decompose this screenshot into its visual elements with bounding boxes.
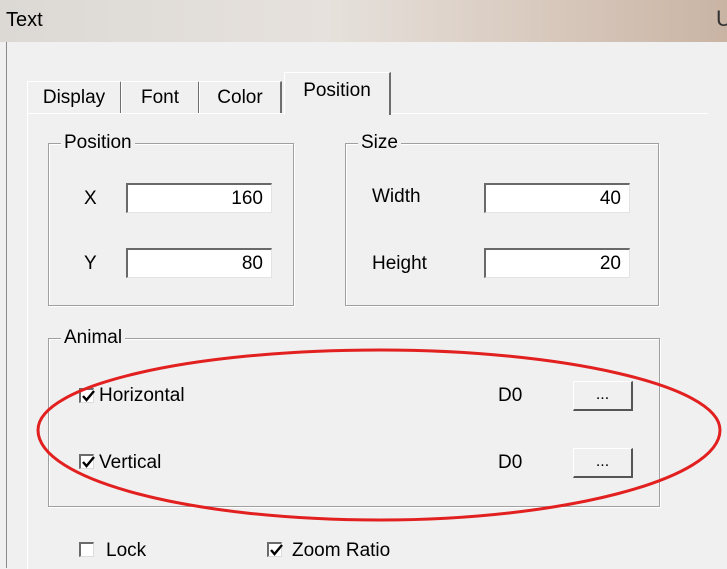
size-group-legend: Size	[358, 132, 401, 154]
width-label: Width	[372, 186, 421, 207]
height-label: Height	[372, 253, 427, 274]
x-label: X	[84, 188, 97, 209]
horizontal-register: D0	[498, 385, 523, 406]
animal-group-legend: Animal	[61, 327, 126, 349]
animal-group: Animal	[48, 327, 660, 507]
window-title: Text	[6, 9, 43, 31]
y-label: Y	[84, 253, 97, 274]
tab-display[interactable]: Display	[27, 81, 122, 114]
size-group: Size	[345, 132, 659, 306]
position-group: Position	[48, 132, 294, 306]
x-input[interactable]: 160	[126, 183, 272, 213]
position-group-legend: Position	[61, 132, 135, 154]
width-input[interactable]: 40	[484, 183, 630, 213]
checkmark-icon	[82, 456, 95, 468]
y-input[interactable]: 80	[126, 248, 272, 278]
tab-position-label: Position	[303, 80, 371, 101]
vertical-checkbox[interactable]	[79, 454, 95, 469]
zoom-ratio-checkbox[interactable]	[267, 542, 283, 557]
horizontal-browse-label: ...	[595, 386, 610, 403]
tab-font-label: Font	[140, 87, 180, 108]
horizontal-checkbox[interactable]	[79, 388, 95, 403]
vertical-browse-button[interactable]: ...	[573, 448, 633, 478]
zoom-ratio-label: Zoom Ratio	[292, 540, 391, 561]
lock-label: Lock	[106, 540, 147, 561]
horizontal-browse-button[interactable]: ...	[573, 381, 633, 411]
horizontal-label: Horizontal	[99, 385, 185, 406]
vertical-register: D0	[498, 452, 523, 473]
lock-checkbox[interactable]	[79, 542, 94, 557]
title-edge-glyph: U	[716, 6, 727, 31]
tab-color[interactable]: Color	[199, 81, 282, 114]
tab-color-label: Color	[217, 87, 263, 108]
title-bar[interactable]: Text U	[0, 0, 727, 42]
tab-font[interactable]: Font	[121, 81, 200, 114]
checkmark-icon	[82, 390, 95, 402]
vertical-label: Vertical	[99, 452, 162, 473]
tab-display-label: Display	[42, 87, 106, 108]
checkmark-icon	[270, 544, 283, 556]
vertical-browse-label: ...	[595, 453, 610, 470]
tab-position[interactable]: Position	[284, 72, 391, 115]
height-input[interactable]: 20	[484, 248, 630, 278]
